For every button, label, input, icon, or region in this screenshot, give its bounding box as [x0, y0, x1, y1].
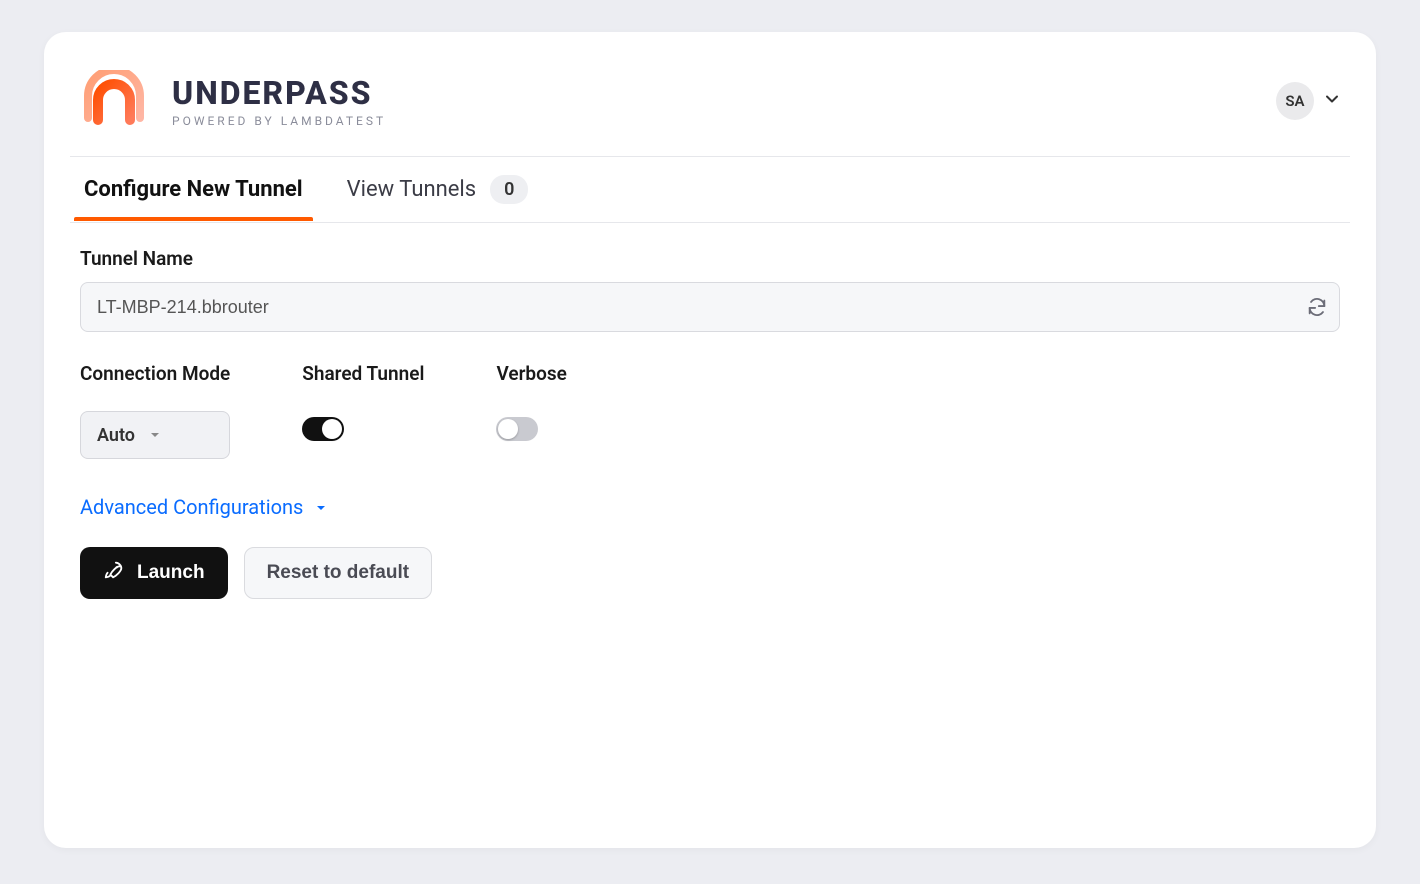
rocket-icon	[103, 559, 125, 587]
user-menu[interactable]: SA	[1276, 82, 1340, 120]
tunnel-name-label: Tunnel Name	[80, 247, 1340, 270]
reset-button[interactable]: Reset to default	[244, 547, 433, 599]
tab-view-tunnels[interactable]: View Tunnels 0	[343, 175, 533, 222]
tunnels-count-badge: 0	[490, 175, 528, 204]
brand-subtitle: POWERED BY LAMBDATEST	[172, 114, 386, 128]
underpass-logo-icon	[80, 70, 152, 132]
header: UNDERPASS POWERED BY LAMBDATEST SA	[70, 60, 1350, 157]
connection-mode-value: Auto	[97, 425, 135, 446]
connection-mode-select[interactable]: Auto	[80, 411, 230, 459]
brand-title: UNDERPASS	[172, 74, 386, 112]
shared-tunnel-group: Shared Tunnel	[302, 362, 424, 459]
brand: UNDERPASS POWERED BY LAMBDATEST	[80, 70, 386, 132]
toggle-knob	[322, 419, 342, 439]
caret-down-icon	[315, 495, 327, 519]
verbose-group: Verbose	[496, 362, 566, 459]
tab-view-tunnels-label: View Tunnels	[347, 177, 477, 202]
launch-button[interactable]: Launch	[80, 547, 228, 599]
avatar: SA	[1276, 82, 1314, 120]
tabs: Configure New Tunnel View Tunnels 0	[70, 157, 1350, 223]
toggle-knob	[498, 419, 518, 439]
tab-configure-new-tunnel[interactable]: Configure New Tunnel	[80, 177, 307, 220]
launch-button-label: Launch	[137, 562, 205, 584]
reset-button-label: Reset to default	[267, 562, 410, 584]
connection-mode-label: Connection Mode	[80, 362, 230, 385]
tunnel-name-input-wrap	[80, 282, 1340, 332]
advanced-configurations-label: Advanced Configurations	[80, 495, 303, 519]
brand-text: UNDERPASS POWERED BY LAMBDATEST	[172, 74, 386, 128]
actions-row: Launch Reset to default	[80, 547, 1340, 599]
controls-row: Connection Mode Auto Shared Tunnel Verbo…	[80, 362, 1340, 459]
form-area: Tunnel Name Connection Mode Auto	[70, 223, 1350, 599]
tunnel-name-input[interactable]	[80, 282, 1340, 332]
connection-mode-group: Connection Mode Auto	[80, 362, 230, 459]
shared-tunnel-toggle[interactable]	[302, 417, 344, 441]
shared-tunnel-label: Shared Tunnel	[302, 362, 424, 385]
app-card: UNDERPASS POWERED BY LAMBDATEST SA Confi…	[44, 32, 1376, 848]
caret-down-icon	[149, 425, 161, 446]
verbose-label: Verbose	[496, 362, 566, 385]
verbose-toggle[interactable]	[496, 417, 538, 441]
advanced-configurations-toggle[interactable]: Advanced Configurations	[80, 495, 327, 519]
chevron-down-icon	[1324, 91, 1340, 111]
refresh-icon[interactable]	[1306, 296, 1328, 318]
